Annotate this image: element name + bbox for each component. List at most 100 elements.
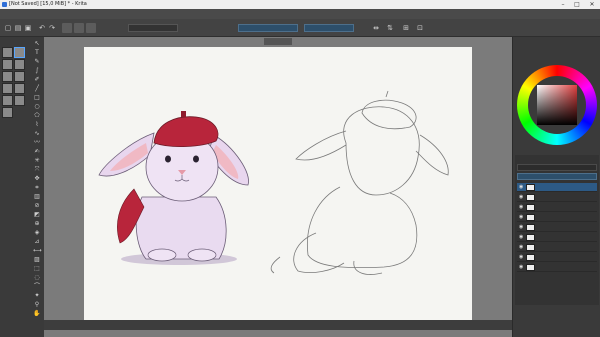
freehand-selection-tool-icon[interactable]: ⌒ xyxy=(33,284,41,290)
wrap-around-icon[interactable]: ⊞ xyxy=(402,24,410,32)
fill-tool-icon[interactable]: ◈ xyxy=(33,230,41,236)
move-tool-icon[interactable]: ✥ xyxy=(33,176,41,182)
undo-icon[interactable]: ↶ xyxy=(38,24,46,32)
layer-row[interactable]: ◉ xyxy=(517,263,597,272)
redo-icon[interactable]: ↷ xyxy=(48,24,56,32)
measure-tool-icon[interactable]: ⟷ xyxy=(33,248,42,254)
select-shapes-tool-icon[interactable]: ↖ xyxy=(33,41,41,47)
contiguous-selection-tool-icon[interactable]: ✦ xyxy=(33,293,41,299)
opacity-slider[interactable] xyxy=(238,24,298,32)
visibility-eye-icon[interactable]: ◉ xyxy=(519,205,524,210)
text-tool-icon[interactable]: T xyxy=(33,50,41,56)
freehand-path-tool-icon[interactable]: 〰 xyxy=(33,140,41,146)
layer-row[interactable]: ◉ xyxy=(517,243,597,252)
drawing-canvas[interactable] xyxy=(84,47,472,320)
sketch-left-ear xyxy=(295,130,347,161)
minimize-icon[interactable]: – xyxy=(556,0,570,9)
color-picker-tool-icon[interactable]: ⊘ xyxy=(33,203,41,209)
rabbit-left-foot xyxy=(147,248,177,262)
layer-opacity-slider[interactable] xyxy=(517,173,597,180)
layer-thumbnail xyxy=(526,204,535,211)
pattern-swatch[interactable] xyxy=(74,23,84,33)
rabbit-beret xyxy=(153,116,219,148)
layer-row[interactable]: ◉ xyxy=(517,233,597,242)
visibility-eye-icon[interactable]: ◉ xyxy=(519,195,524,200)
edit-shapes-tool-icon[interactable]: ✎ xyxy=(33,59,41,65)
save-icon[interactable]: ▣ xyxy=(24,24,32,32)
visibility-eye-icon[interactable]: ◉ xyxy=(519,215,524,220)
color-wheel-selector[interactable] xyxy=(517,65,597,145)
brush-preset-7[interactable] xyxy=(2,83,13,94)
layer-row[interactable]: ◉ xyxy=(517,213,597,222)
visibility-eye-icon[interactable]: ◉ xyxy=(519,245,524,250)
layer-thumbnail xyxy=(526,224,535,231)
brush-preset-1[interactable] xyxy=(2,47,13,58)
canvas-area xyxy=(44,37,512,337)
blend-mode-select[interactable] xyxy=(128,24,178,32)
brush-preset-11[interactable] xyxy=(2,107,13,118)
dynamic-brush-tool-icon[interactable]: ✍ xyxy=(33,149,41,155)
colorize-mask-tool-icon[interactable]: ◩ xyxy=(33,212,41,218)
visibility-eye-icon[interactable]: ◉ xyxy=(519,255,524,260)
brush-preset-3[interactable] xyxy=(2,59,13,70)
maximize-icon[interactable]: □ xyxy=(570,0,584,9)
brush-preset-4[interactable] xyxy=(14,59,25,70)
lock-alpha-icon[interactable]: ⊡ xyxy=(416,24,424,32)
visibility-eye-icon[interactable]: ◉ xyxy=(519,235,524,240)
saturation-value-square[interactable] xyxy=(537,85,577,125)
polyline-tool-icon[interactable]: ⌇ xyxy=(33,122,41,128)
brush-preset-2[interactable] xyxy=(14,47,25,58)
layer-thumbnail xyxy=(526,194,535,201)
transform-tool-icon[interactable]: ⤧ xyxy=(33,167,41,173)
rabbit-right-foot xyxy=(187,248,217,262)
polygon-tool-icon[interactable]: ⬠ xyxy=(33,113,41,119)
reference-images-tool-icon[interactable]: ▨ xyxy=(33,257,41,263)
layers-docker: ◉ ◉ ◉ ◉ ◉ ◉ ◉ ◉ ◉ xyxy=(515,155,599,305)
rabbit-right-eye xyxy=(193,155,199,163)
toolbox: ↖ T ✎ ∫ ✐ ╱ □ ○ ⬠ ⌇ ∿ 〰 ✍ ✳ ⤧ ✥ ⌗ ▥ ⊘ ◩ … xyxy=(0,37,44,337)
gradient-tool-icon[interactable]: ▥ xyxy=(33,194,41,200)
layer-row[interactable]: ◉ xyxy=(517,203,597,212)
brush-preset-6[interactable] xyxy=(14,71,25,82)
line-tool-icon[interactable]: ╱ xyxy=(33,86,41,92)
docker-tabs xyxy=(515,38,599,46)
gradient-swatch[interactable] xyxy=(62,23,72,33)
layer-thumbnail xyxy=(526,214,535,221)
layer-row[interactable]: ◉ xyxy=(517,183,597,192)
brush-preset-10[interactable] xyxy=(14,95,25,106)
close-icon[interactable]: ✕ xyxy=(585,0,599,9)
freehand-brush-tool-icon[interactable]: ✐ xyxy=(33,77,41,83)
visibility-eye-icon[interactable]: ◉ xyxy=(519,185,524,190)
layer-thumbnail xyxy=(526,254,535,261)
smart-patch-tool-icon[interactable]: ⊕ xyxy=(33,221,41,227)
assistant-tool-icon[interactable]: ⊿ xyxy=(33,239,41,245)
visibility-eye-icon[interactable]: ◉ xyxy=(519,225,524,230)
rectangle-tool-icon[interactable]: □ xyxy=(33,95,41,101)
layer-row[interactable]: ◉ xyxy=(517,223,597,232)
layer-row[interactable]: ◉ xyxy=(517,193,597,202)
tool-options-bar: ▢ ▤ ▣ ↶ ↷ ⇹ ⇅ ⊞ ⊡ xyxy=(0,19,600,37)
document-tab[interactable] xyxy=(264,38,292,45)
multibrush-tool-icon[interactable]: ✳ xyxy=(33,158,41,164)
layer-blend-mode-select[interactable] xyxy=(517,164,597,171)
calligraphy-tool-icon[interactable]: ∫ xyxy=(33,68,41,74)
brush-preset-9[interactable] xyxy=(2,95,13,106)
mirror-horizontal-icon[interactable]: ⇹ xyxy=(372,24,380,32)
layer-row[interactable]: ◉ xyxy=(517,253,597,262)
brush-preset-5[interactable] xyxy=(2,71,13,82)
ellipse-tool-icon[interactable]: ○ xyxy=(33,104,41,110)
sketch-body xyxy=(306,186,418,269)
rectangular-selection-tool-icon[interactable]: ⬚ xyxy=(33,266,41,272)
crop-tool-icon[interactable]: ⌗ xyxy=(33,185,41,191)
layer-thumbnail xyxy=(526,234,535,241)
visibility-eye-icon[interactable]: ◉ xyxy=(519,265,524,270)
new-document-icon[interactable]: ▢ xyxy=(4,24,12,32)
mirror-vertical-icon[interactable]: ⇅ xyxy=(386,24,394,32)
bezier-tool-icon[interactable]: ∿ xyxy=(33,131,41,137)
layer-thumbnail xyxy=(526,244,535,251)
elliptical-selection-tool-icon[interactable]: ◌ xyxy=(33,275,41,281)
open-document-icon[interactable]: ▤ xyxy=(14,24,22,32)
brush-size-slider[interactable] xyxy=(304,24,354,32)
brush-preset-button[interactable] xyxy=(86,23,96,33)
brush-preset-8[interactable] xyxy=(14,83,25,94)
